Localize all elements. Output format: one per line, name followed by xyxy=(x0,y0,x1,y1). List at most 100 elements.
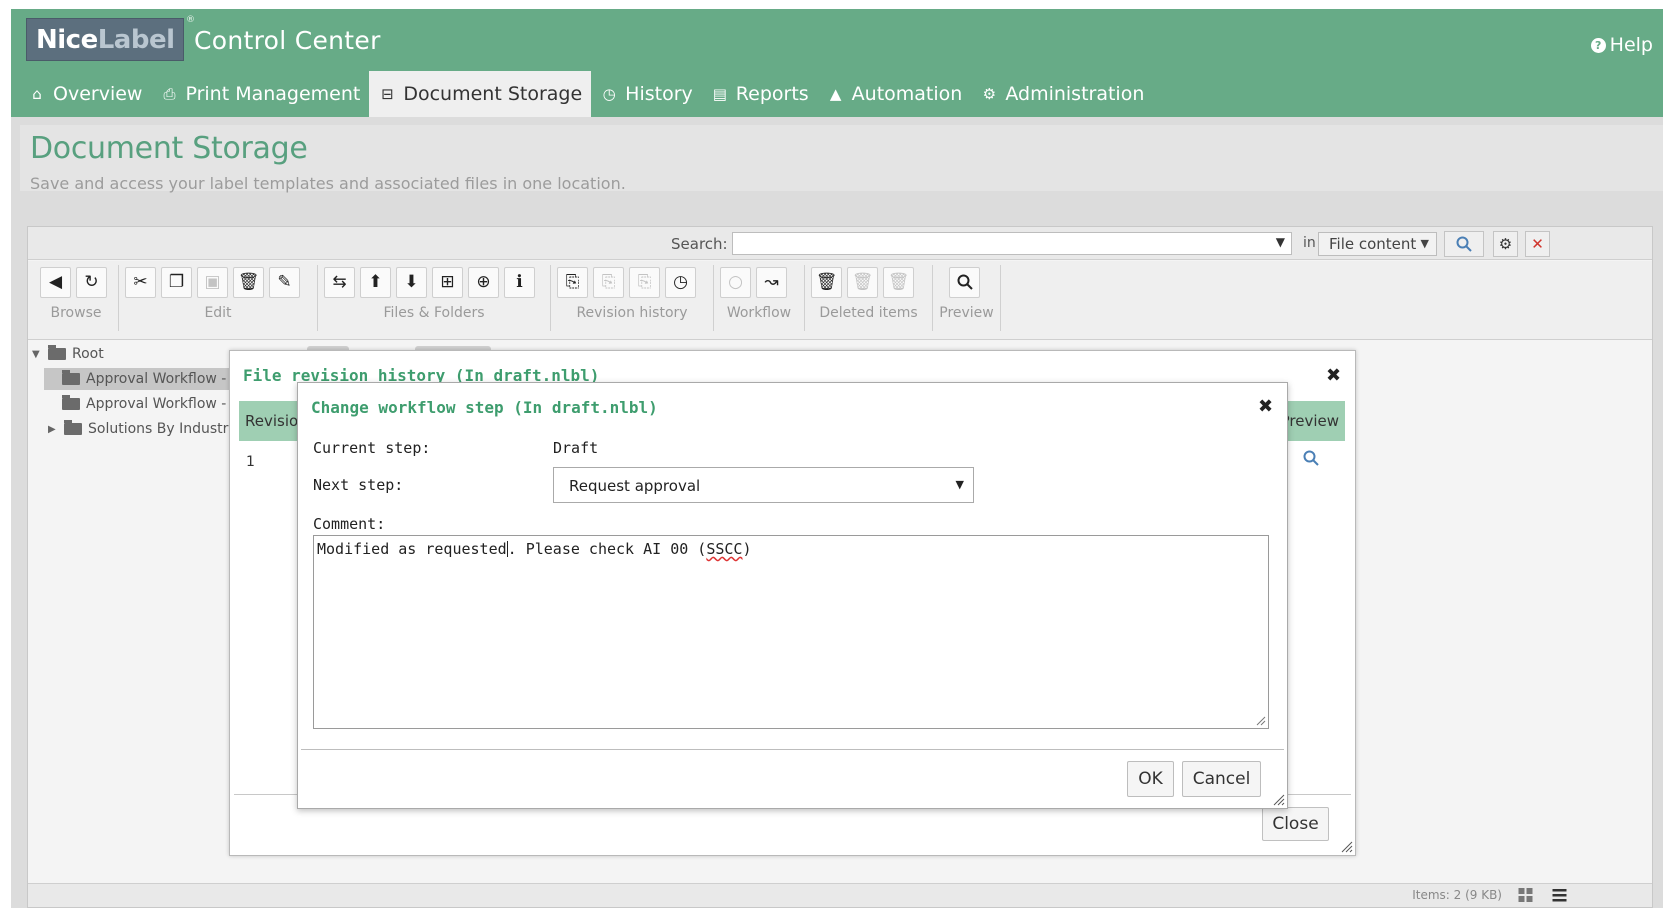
logo-text-nice: Nice xyxy=(36,24,98,55)
close-icon[interactable]: ✖ xyxy=(1258,396,1273,417)
sync-icon: ⇆ xyxy=(332,272,347,292)
dialog-title: Change workflow step (In draft.nlbl) xyxy=(311,398,658,417)
new-folder-icon: ⊞ xyxy=(440,272,455,292)
tab-print-management[interactable]: ⎙ Print Management xyxy=(151,71,369,117)
current-step-label: Current step: xyxy=(313,439,431,457)
toolbar-group-preview: Preview xyxy=(933,265,1001,331)
settings-button[interactable]: ⚙ xyxy=(1493,231,1518,257)
preview-revision-button[interactable] xyxy=(1303,450,1319,471)
close-icon[interactable]: ✖ xyxy=(1326,365,1341,386)
history-icon: ◷ xyxy=(673,272,688,292)
tab-reports[interactable]: ▤ Reports xyxy=(702,71,818,117)
comment-label: Comment: xyxy=(313,515,386,533)
tree-item-root[interactable]: ▼ Root xyxy=(32,343,104,365)
restore-button[interactable]: 🗑 xyxy=(847,266,878,298)
next-step-select[interactable]: Request approval ▼ xyxy=(553,467,974,503)
toolbar-group-revision-history: ⎘ ⎘ ⎘ ◷ Revision history xyxy=(551,265,714,331)
cancel-button[interactable]: Cancel xyxy=(1182,761,1261,797)
circle-icon: ○ xyxy=(728,272,743,292)
checkin-button[interactable]: ⎘ xyxy=(593,266,624,298)
new-file-button[interactable]: ⊕ xyxy=(468,266,499,298)
purge-button[interactable]: 🗑 xyxy=(883,266,914,298)
search-button[interactable] xyxy=(1444,231,1484,257)
folder-icon xyxy=(62,370,80,385)
tree-item-solutions-by-industry[interactable]: ▶ Solutions By Industry xyxy=(48,418,237,440)
gears-icon: ⚙ xyxy=(982,85,997,103)
checkout-icon: ⎘ xyxy=(565,272,580,292)
paste-button[interactable]: ▣ xyxy=(197,266,228,298)
spellcheck-word: SSCC xyxy=(706,540,743,558)
refresh-button[interactable]: ↻ xyxy=(76,266,107,298)
ok-button[interactable]: OK xyxy=(1127,761,1174,797)
workflow-status-button[interactable]: ○ xyxy=(720,266,751,298)
copy-button[interactable]: ❐ xyxy=(161,266,192,298)
toolbar-group-caption: Deleted items xyxy=(819,305,918,321)
sync-button[interactable]: ⇆ xyxy=(324,266,355,298)
tree-item-approval-workflow-1[interactable]: Approval Workflow - xyxy=(44,368,244,390)
top-bar: Nice Label ® Control Center ? Help ⌂ Over… xyxy=(11,9,1663,117)
search-label: Search: xyxy=(671,235,728,253)
tab-label: Reports xyxy=(735,83,809,105)
search-input[interactable]: ▼ xyxy=(732,232,1292,255)
grid-view-icon[interactable] xyxy=(1517,887,1534,903)
show-deleted-button[interactable]: 🗑 xyxy=(811,266,842,298)
logo-text-label: Label xyxy=(97,24,175,55)
search-dropdown-icon[interactable]: ▼ xyxy=(1276,235,1285,249)
tab-document-storage[interactable]: ⊟ Document Storage xyxy=(369,71,592,117)
folder-icon xyxy=(62,395,80,410)
tree-item-label: Solutions By Industry xyxy=(88,421,237,437)
back-button[interactable]: ◀ xyxy=(40,266,71,298)
expanded-arrow-icon[interactable]: ▼ xyxy=(32,349,42,360)
tab-overview[interactable]: ⌂ Overview xyxy=(19,71,151,117)
preview-button[interactable] xyxy=(949,266,980,298)
close-icon: ✕ xyxy=(1531,235,1544,253)
rename-button[interactable]: ✎ xyxy=(269,266,300,298)
trash-icon: 🗑 xyxy=(237,272,260,292)
new-folder-button[interactable]: ⊞ xyxy=(432,266,463,298)
next-step-value: Request approval xyxy=(569,477,701,495)
tab-label: Document Storage xyxy=(403,83,583,105)
workflow-icon: ↝ xyxy=(764,272,779,292)
help-icon: ? xyxy=(1590,37,1606,53)
info-icon: ℹ xyxy=(516,272,523,292)
close-button[interactable]: Close xyxy=(1262,807,1329,841)
checkout-button[interactable]: ⎘ xyxy=(557,266,588,298)
textarea-resize-icon[interactable] xyxy=(1256,716,1266,726)
list-view-icon[interactable] xyxy=(1551,887,1568,903)
edit-icon: ✎ xyxy=(277,272,292,292)
comment-textarea[interactable]: Modified as requested. Please check AI 0… xyxy=(313,535,1269,729)
gear-icon: ⚙ xyxy=(1498,235,1513,253)
column-revision: Revisio xyxy=(245,412,299,430)
upload-icon: ⬆ xyxy=(368,272,383,292)
tree-item-label: Approval Workflow - xyxy=(86,396,227,412)
tab-automation[interactable]: ▲ Automation xyxy=(818,71,972,117)
collapsed-arrow-icon[interactable]: ▶ xyxy=(48,424,58,435)
cut-button[interactable]: ✂ xyxy=(125,266,156,298)
printer-icon: ⎙ xyxy=(163,85,176,103)
refresh-icon: ↻ xyxy=(84,272,99,292)
tab-history[interactable]: ◷ History xyxy=(591,71,702,117)
help-link[interactable]: ? Help xyxy=(1590,34,1653,56)
clear-search-button[interactable]: ✕ xyxy=(1525,231,1550,257)
toolbar-group-caption: Edit xyxy=(204,305,232,321)
resize-grip-icon[interactable] xyxy=(1340,840,1353,853)
delete-button[interactable]: 🗑 xyxy=(233,266,264,298)
download-button[interactable]: ⬇ xyxy=(396,266,427,298)
toolbar-group-caption: Preview xyxy=(939,305,994,321)
resize-grip-icon[interactable] xyxy=(1272,793,1285,806)
folder-icon xyxy=(64,420,82,435)
info-button[interactable]: ℹ xyxy=(504,266,535,298)
upload-button[interactable]: ⬆ xyxy=(360,266,391,298)
dialog-footer-divider xyxy=(301,749,1284,750)
tree-item-approval-workflow-2[interactable]: Approval Workflow - xyxy=(62,393,226,415)
copy-icon: ❐ xyxy=(168,272,185,292)
tree-item-label: Approval Workflow - xyxy=(86,371,227,387)
change-workflow-step-button[interactable]: ↝ xyxy=(756,266,787,298)
search-scope-value: File content xyxy=(1329,235,1417,253)
revision-history-button[interactable]: ◷ xyxy=(665,266,696,298)
tab-administration[interactable]: ⚙ Administration xyxy=(971,71,1153,117)
page-header: Document Storage Save and access your la… xyxy=(20,125,1663,193)
download-icon: ⬇ xyxy=(404,272,419,292)
undo-checkout-button[interactable]: ⎘ xyxy=(629,266,660,298)
search-scope-select[interactable]: File content ▼ xyxy=(1318,232,1437,256)
